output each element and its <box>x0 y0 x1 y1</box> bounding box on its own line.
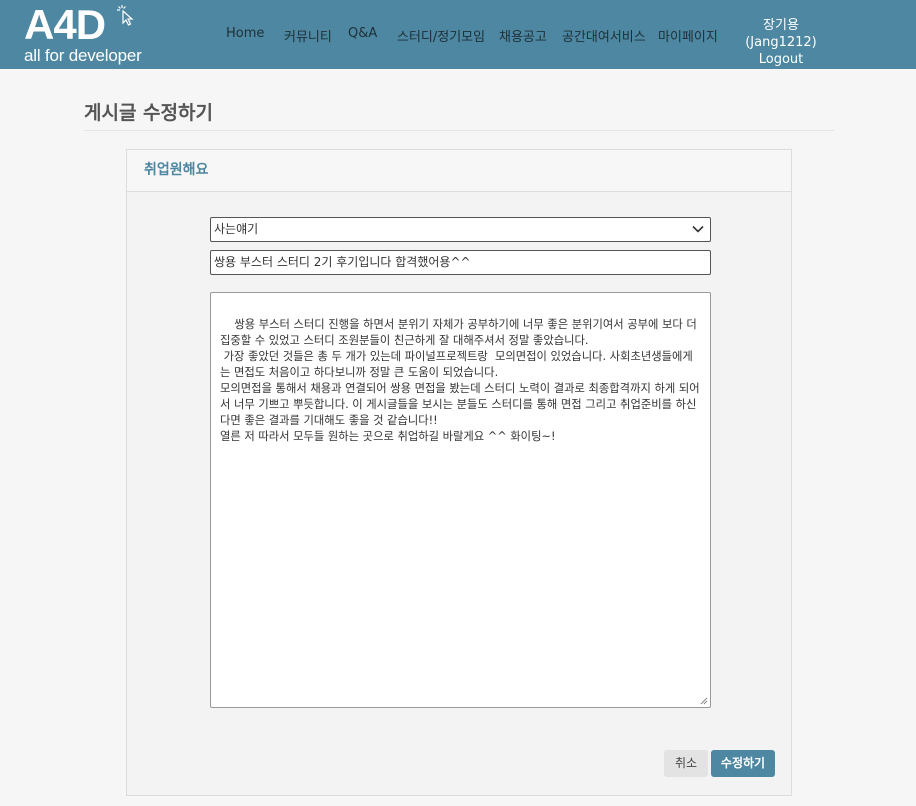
nav-community[interactable]: 커뮤니티 <box>284 26 332 45</box>
logo-tagline: all for developer <box>24 46 142 65</box>
cursor-click-icon <box>117 5 134 26</box>
edit-post-card: 취업원해요 사는얘기 쌍용 부스터 스터디 2기 후기입니다 합격했어용^^ 쌍… <box>126 149 792 796</box>
nav-space-rental[interactable]: 공간대여서비스 <box>562 26 646 45</box>
post-title-input[interactable]: 쌍용 부스터 스터디 2기 후기입니다 합격했어용^^ <box>210 250 711 275</box>
top-navigation-bar: A4D all for developer Home 커뮤니티 Q&A 스터디/… <box>0 0 916 69</box>
site-logo[interactable]: A4D all for developer <box>24 4 142 65</box>
user-name: 장기용(Jang1212) <box>745 18 817 50</box>
nav-study[interactable]: 스터디/정기모임 <box>397 26 485 45</box>
category-value: 사는얘기 <box>214 222 259 236</box>
nav-home[interactable]: Home <box>226 26 264 41</box>
nav-mypage[interactable]: 마이페이지 <box>658 26 718 45</box>
logout-link[interactable]: Logout <box>730 51 832 68</box>
chevron-down-icon <box>692 225 704 233</box>
user-box: 장기용(Jang1212) Logout <box>730 17 832 68</box>
logo-mark: A4D <box>24 1 106 48</box>
cancel-button[interactable]: 취소 <box>664 750 708 777</box>
page-title: 게시글 수정하기 <box>84 102 213 124</box>
nav-qna[interactable]: Q&A <box>348 26 377 41</box>
board-heading: 취업원해요 <box>127 150 791 192</box>
resize-handle-icon[interactable] <box>699 696 708 705</box>
category-select[interactable]: 사는얘기 <box>210 217 711 242</box>
post-body-textarea[interactable]: 쌍용 부스터 스터디 진행을 하면서 분위기 자체가 공부하기에 너무 좋은 분… <box>210 292 711 708</box>
title-divider <box>84 130 834 131</box>
post-body-text: 쌍용 부스터 스터디 진행을 하면서 분위기 자체가 공부하기에 너무 좋은 분… <box>220 318 700 443</box>
nav-jobs[interactable]: 채용공고 <box>499 26 547 45</box>
submit-edit-button[interactable]: 수정하기 <box>711 750 775 777</box>
